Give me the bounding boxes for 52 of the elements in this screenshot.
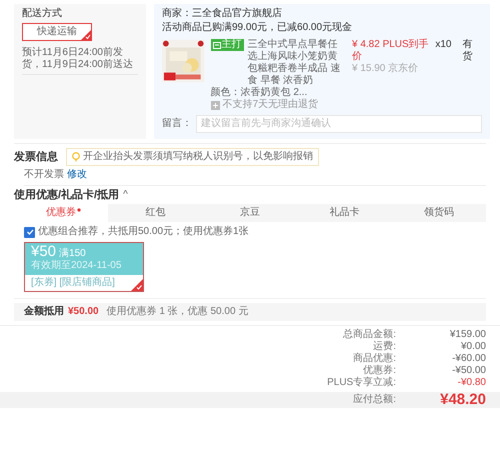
lightbulb-icon	[72, 152, 80, 162]
product-variant: 颜色：浓香奶黄包 2...	[210, 87, 308, 98]
summary-value: -¥60.00	[451, 353, 486, 365]
coupon-expiry: 有效期至2024-11-05	[31, 260, 122, 272]
invoice-value: 不开发票	[24, 169, 64, 180]
deduct-label: 金额抵用	[24, 306, 64, 318]
coupon-amount: ¥50	[31, 243, 56, 260]
collapse-toggle[interactable]: ^	[123, 189, 128, 201]
plus-price: ¥ 4.82 PLUS到手价	[352, 39, 430, 62]
check-corner-icon	[81, 30, 91, 40]
coupon-tab[interactable]: 红包	[108, 204, 203, 222]
coupon-tags: [东券] [限店铺商品]	[25, 275, 131, 291]
coupon-condition: 满150	[59, 248, 86, 259]
coupon-tab[interactable]: 礼品卡	[297, 204, 392, 222]
tip-text: 开企业抬头发票须填写纳税人识别号，以免影响报销	[83, 151, 313, 163]
section-title: 配送方式	[22, 8, 63, 20]
total-label: 应付总额:	[353, 394, 396, 406]
section-title: 使用优惠/礼品卡/抵用	[14, 189, 120, 201]
badge-label: 主打	[222, 39, 242, 51]
merchant-name: 商家：三全食品官方旗舰店	[162, 8, 283, 20]
shipping-option[interactable]: 快递运输	[22, 23, 92, 41]
quantity: x10	[435, 39, 452, 52]
coupon-tab[interactable]: 领货码	[392, 204, 486, 222]
summary-value: -¥0.80	[456, 377, 486, 389]
checkbox-label: 优惠组合推荐，共抵用50.00元；使用优惠券1张	[38, 226, 249, 238]
coupon-tab[interactable]: 优惠券	[14, 204, 108, 222]
check-corner-icon	[131, 279, 143, 291]
summary-label: 总商品金额:	[342, 329, 396, 340]
promo-text: 活动商品已购满99.00元，已减60.00元现金	[162, 22, 354, 34]
summary-label: 商品优惠:	[352, 353, 396, 364]
note-label: 留言：	[162, 118, 192, 130]
return-notice: 不支持7天无理由退货	[222, 99, 318, 111]
section-title: 发票信息	[14, 151, 58, 163]
summary-label: 优惠券:	[362, 365, 396, 376]
total-amount: ¥48.20	[439, 394, 486, 406]
edit-link[interactable]: 修改	[66, 169, 87, 180]
box-icon	[212, 40, 221, 50]
note-field[interactable]: 建议留言前先与商家沟通确认	[196, 115, 482, 133]
deduct-detail: 使用优惠券 1 张，优惠 50.00 元	[106, 306, 248, 318]
list-price: ¥ 15.90 京东价	[352, 63, 420, 75]
dot-icon	[77, 208, 82, 212]
summary-value: ¥0.00	[460, 341, 486, 353]
stock-status: 有货	[462, 39, 474, 64]
coupon-tab[interactable]: 京豆	[202, 204, 298, 222]
product-title[interactable]: 三全中式早点早餐任选上海风味小笼奶黄包糍粑香卷半成品 速食 早餐 浓香奶	[248, 39, 346, 87]
summary-value: -¥50.00	[451, 365, 486, 377]
summary-value: ¥159.00	[448, 329, 486, 341]
deduct-amount: ¥50.00	[68, 306, 99, 318]
checkbox[interactable]	[24, 226, 35, 238]
delivery-estimate: 预计11月6日24:00前发货，11月9日24:00前送达	[22, 47, 138, 75]
summary-label: PLUS专享立减:	[327, 377, 396, 389]
summary-label: 运费:	[372, 341, 396, 352]
